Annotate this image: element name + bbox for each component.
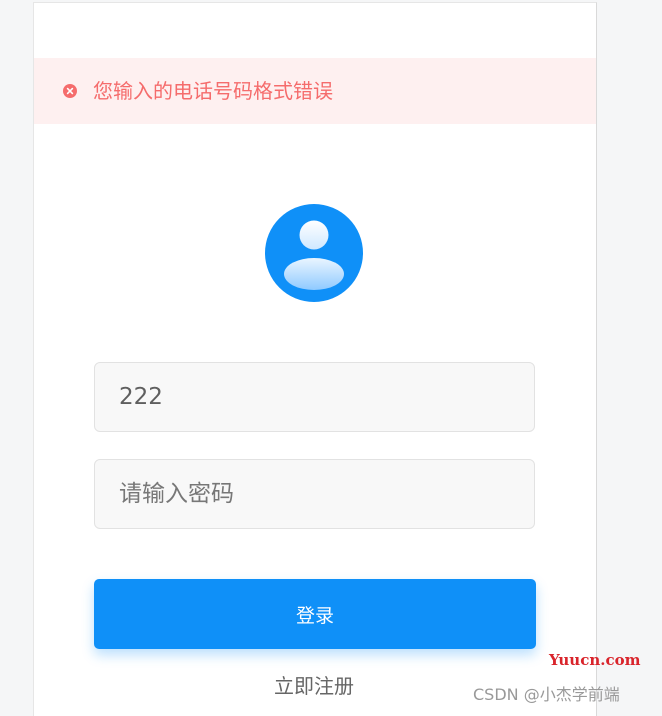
password-input[interactable]	[94, 459, 535, 529]
phone-input[interactable]	[94, 362, 535, 432]
register-link[interactable]: 立即注册	[274, 674, 354, 698]
error-toast: 您输入的电话号码格式错误	[34, 58, 596, 124]
error-message: 您输入的电话号码格式错误	[93, 79, 333, 103]
watermark-csdn: CSDN @小杰学前端	[473, 685, 620, 704]
login-button[interactable]: 登录	[94, 579, 536, 649]
error-circle-icon	[63, 84, 77, 98]
user-avatar-icon	[265, 204, 363, 302]
login-page: 您输入的电话号码格式错误 登录 立即注册	[33, 2, 597, 716]
watermark-site: Yuucn.com	[549, 651, 641, 669]
